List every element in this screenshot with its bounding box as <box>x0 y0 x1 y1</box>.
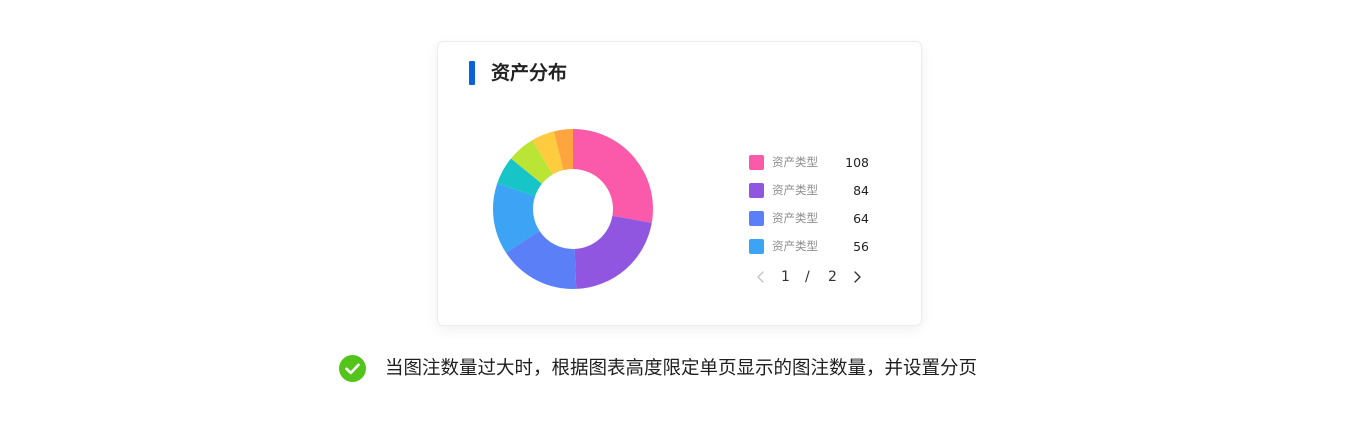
title-accent-bar <box>469 61 475 85</box>
pager-current-page: 1 <box>781 269 790 285</box>
chart-legend: 资产类型 108 资产类型 84 资产类型 64 资产类型 56 <box>749 153 879 265</box>
pager-separator: / <box>805 269 810 285</box>
legend-swatch <box>749 155 764 170</box>
chevron-right-icon <box>854 271 861 283</box>
legend-value: 64 <box>853 211 869 226</box>
guideline-text: 当图注数量过大时，根据图表高度限定单页显示的图注数量，并设置分页 <box>385 358 978 379</box>
pie-slice[interactable] <box>573 129 653 223</box>
legend-item[interactable]: 资产类型 84 <box>749 181 879 209</box>
legend-label: 资产类型 <box>772 239 818 253</box>
pager-total-pages: 2 <box>828 269 837 285</box>
legend-label: 资产类型 <box>772 155 818 169</box>
legend-swatch <box>749 183 764 198</box>
donut-chart <box>493 129 653 289</box>
legend-label: 资产类型 <box>772 183 818 197</box>
legend-value: 84 <box>853 183 869 198</box>
pager-next-button[interactable] <box>849 267 865 287</box>
card-title: 资产分布 <box>491 62 568 84</box>
legend-swatch <box>749 211 764 226</box>
legend-label: 资产类型 <box>772 211 818 225</box>
legend-value: 108 <box>845 155 869 170</box>
legend-value: 56 <box>853 239 869 254</box>
legend-swatch <box>749 239 764 254</box>
legend-pager: 1 / 2 <box>749 267 874 287</box>
pager-prev-button[interactable] <box>753 267 769 287</box>
chevron-left-icon <box>757 271 764 283</box>
legend-item[interactable]: 资产类型 108 <box>749 153 879 181</box>
legend-item[interactable]: 资产类型 64 <box>749 209 879 237</box>
legend-item[interactable]: 资产类型 56 <box>749 237 879 265</box>
pie-slice[interactable] <box>574 215 652 289</box>
check-circle-icon <box>339 355 366 382</box>
asset-distribution-card: 资产分布 资产类型 108 资产类型 84 资产类型 64 资产类型 56 1 … <box>437 41 922 326</box>
